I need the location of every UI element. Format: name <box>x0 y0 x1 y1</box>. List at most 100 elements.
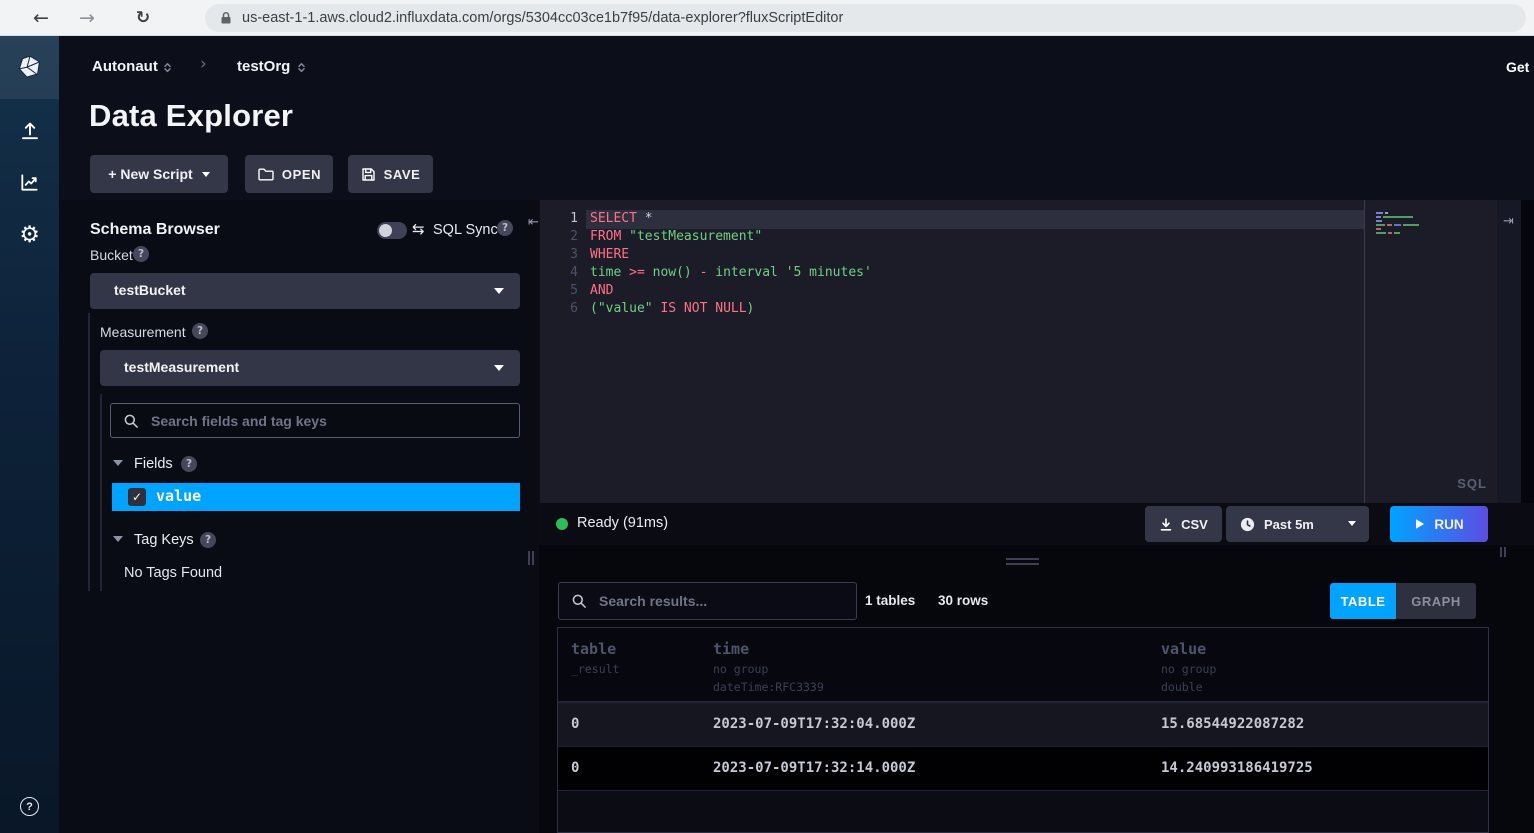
account-switcher[interactable]: Autonaut <box>92 58 158 75</box>
collapse-schema-panel-icon[interactable]: ⇤ <box>528 215 539 230</box>
schema-browser-heading: Schema Browser <box>90 221 220 239</box>
right-panel-strip <box>1497 200 1521 503</box>
vertical-splitter[interactable] <box>524 200 539 833</box>
tab-graph[interactable]: GRAPH <box>1396 583 1476 619</box>
help-icon[interactable]: ? <box>497 220 513 236</box>
tables-count: 1 tables <box>865 593 915 608</box>
sql-editor[interactable]: 1 2 3 4 5 6 SELECT * FROM "testMeasureme… <box>540 200 1497 503</box>
save-icon <box>361 167 376 182</box>
help-icon[interactable]: ? <box>192 323 208 339</box>
promo-link[interactable]: Get <box>1506 59 1534 75</box>
current-line-highlight <box>586 210 1365 229</box>
table-row: 0 2023-07-09T17:32:04.000Z 15.6854492208… <box>558 702 1488 746</box>
schema-search-box <box>110 403 520 438</box>
horizontal-splitter-grip[interactable] <box>1006 558 1039 560</box>
vertical-splitter-grip[interactable] <box>1500 547 1502 557</box>
measurement-label: Measurement <box>100 324 186 340</box>
checkbox-checked-icon[interactable]: ✓ <box>128 488 146 506</box>
code-line: ("value" IS NOT NULL) <box>590 301 754 316</box>
url-text: us-east-1-1.aws.cloud2.influxdata.com/or… <box>242 10 843 26</box>
minimap[interactable] <box>1376 212 1419 236</box>
code-line: AND <box>590 283 613 298</box>
settings-nav-item[interactable]: ⚙ <box>0 224 59 247</box>
field-item-label: value <box>156 487 201 505</box>
measurement-dropdown-value: testMeasurement <box>124 359 239 375</box>
results-panel: 1 tables 30 rows TABLE GRAPH table _resu… <box>539 545 1534 833</box>
save-script-button[interactable]: SAVE <box>348 155 433 193</box>
field-item-value[interactable]: ✓ value <box>112 483 520 511</box>
results-search-input[interactable] <box>599 583 850 619</box>
upload-nav-item[interactable] <box>0 119 59 143</box>
status-dot-icon <box>556 518 568 530</box>
fields-collapse-icon[interactable] <box>113 460 123 466</box>
open-script-button[interactable]: OPEN <box>245 155 333 193</box>
query-status-text: Ready (91ms) <box>577 515 668 531</box>
code-line: SELECT * <box>590 211 653 226</box>
expand-right-panel-icon[interactable]: ⇥ <box>1503 214 1514 229</box>
sql-sync-toggle[interactable] <box>377 222 407 239</box>
help-icon[interactable]: ? <box>181 456 197 472</box>
minimap-divider <box>1364 200 1365 503</box>
rows-count: 30 rows <box>938 593 988 608</box>
run-query-button[interactable]: RUN <box>1390 506 1488 542</box>
bucket-dropdown[interactable]: testBucket <box>90 273 520 309</box>
line-number: 1 <box>546 211 578 226</box>
browser-back-icon[interactable]: ← <box>26 0 56 36</box>
browser-forward-icon[interactable]: → <box>72 0 102 36</box>
tag-keys-collapse-icon[interactable] <box>113 536 123 542</box>
new-script-button[interactable]: + New Script <box>90 155 228 193</box>
line-chart-icon <box>18 171 41 194</box>
no-tags-text: No Tags Found <box>124 565 222 581</box>
chevron-down-icon <box>202 172 210 177</box>
fields-label: Fields <box>134 456 173 472</box>
line-number: 6 <box>546 301 578 316</box>
data-explorer-nav-item[interactable] <box>0 171 59 194</box>
schema-search-input[interactable] <box>151 404 513 437</box>
chevron-down-icon <box>1348 521 1356 526</box>
page-title: Data Explorer <box>89 98 293 134</box>
column-header-value: value no group double <box>1161 628 1216 694</box>
app-root: ⚙ ? Autonaut › testOrg Get Data Explorer… <box>0 36 1534 833</box>
chevron-down-icon <box>494 288 504 294</box>
column-header-table: table _result <box>571 628 619 676</box>
search-icon <box>123 413 140 430</box>
results-table: table _result time no group dateTime:RFC… <box>557 627 1489 833</box>
org-switcher[interactable]: testOrg <box>237 58 290 75</box>
code-line: WHERE <box>590 247 629 262</box>
run-label: RUN <box>1434 517 1463 532</box>
save-label: SAVE <box>384 167 421 182</box>
tag-keys-label: Tag Keys <box>134 532 194 548</box>
download-icon <box>1159 517 1173 532</box>
splitter-grip <box>528 551 530 565</box>
splitter-grip <box>532 551 534 565</box>
code-line: time >= now() - interval '5 minutes' <box>590 265 872 280</box>
help-icon[interactable]: ? <box>133 246 149 262</box>
csv-download-button[interactable]: CSV <box>1145 506 1222 542</box>
folder-icon <box>257 166 274 182</box>
line-number: 3 <box>546 247 578 262</box>
csv-label: CSV <box>1181 517 1208 532</box>
indent-guide <box>100 394 102 591</box>
measurement-dropdown[interactable]: testMeasurement <box>100 350 520 386</box>
time-range-value: Past 5m <box>1264 517 1314 532</box>
bucket-label: Bucket <box>90 247 133 263</box>
view-mode-segmented-control: TABLE GRAPH <box>1330 583 1476 619</box>
line-number: 4 <box>546 265 578 280</box>
open-label: OPEN <box>282 167 321 182</box>
line-number: 2 <box>546 229 578 244</box>
help-nav-item[interactable]: ? <box>0 797 59 816</box>
address-bar[interactable]: us-east-1-1.aws.cloud2.influxdata.com/or… <box>205 4 1526 32</box>
tab-table[interactable]: TABLE <box>1330 583 1396 619</box>
upload-icon <box>18 119 42 143</box>
toggle-knob <box>379 224 392 237</box>
time-range-dropdown[interactable]: Past 5m <box>1226 506 1369 542</box>
account-sort-icon[interactable] <box>161 61 174 74</box>
horizontal-splitter-grip[interactable] <box>1006 563 1039 565</box>
left-nav-rail: ⚙ ? <box>0 36 59 833</box>
bucket-dropdown-value: testBucket <box>114 282 186 298</box>
help-icon[interactable]: ? <box>200 532 216 548</box>
org-sort-icon[interactable] <box>295 61 308 74</box>
vertical-splitter-grip[interactable] <box>1504 547 1506 557</box>
influxdb-logo[interactable] <box>0 36 59 99</box>
browser-reload-icon[interactable]: ↻ <box>128 0 158 36</box>
